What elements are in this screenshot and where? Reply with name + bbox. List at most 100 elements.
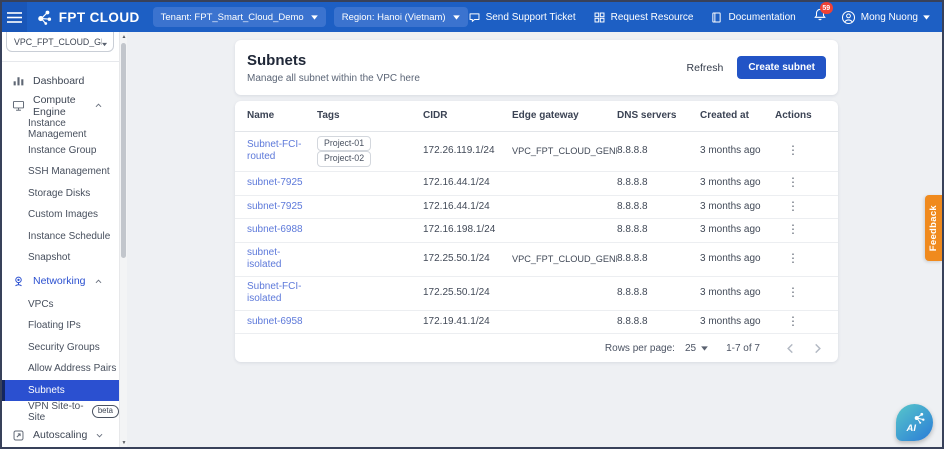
svg-text:AI: AI — [905, 423, 916, 434]
subnet-name-link[interactable]: Subnet-FCI-routed — [247, 139, 301, 163]
subnet-name-link[interactable]: subnet-7925 — [247, 177, 303, 188]
dns-cell: 8.8.8.8 — [617, 276, 700, 310]
sidebar-item-instance-schedule[interactable]: Instance Schedule — [2, 226, 119, 248]
sidebar-item-floating-ips[interactable]: Floating IPs — [2, 315, 119, 337]
row-actions-button[interactable]: ⋮ — [775, 252, 799, 264]
table-row: subnet-isolated 172.25.50.1/24VPC_FPT_CLO… — [235, 242, 838, 276]
row-actions-button[interactable]: ⋮ — [775, 223, 799, 235]
actions-cell: ⋮ — [775, 310, 838, 334]
ai-assistant-button[interactable]: AI — [896, 404, 933, 441]
sidebar-scrollbar[interactable]: ▲ ▼ — [119, 32, 127, 447]
main-content: Subnets Manage all subnet within the VPC… — [127, 32, 942, 447]
logo-text: FPT CLOUD — [59, 10, 140, 25]
sidebar-item-compute-engine[interactable]: Compute Engine — [2, 93, 119, 118]
tenant-selector[interactable]: Tenant: FPT_Smart_Cloud_Demo — [153, 7, 326, 27]
sidebar-item-vpcs[interactable]: VPCs — [2, 294, 119, 316]
created-at-cell: 3 months ago — [700, 310, 775, 334]
edge-gateway-cell: VPC_FPT_CLOUD_GENERAL — [512, 131, 617, 172]
actions-cell: ⋮ — [775, 195, 838, 219]
cidr-cell: 172.25.50.1/24 — [423, 276, 512, 310]
actions-cell: ⋮ — [775, 242, 838, 276]
next-page-button[interactable] — [804, 343, 832, 354]
scroll-down-arrow-icon[interactable]: ▼ — [120, 438, 127, 447]
sidebar-item-storage-disks[interactable]: Storage Disks — [2, 183, 119, 205]
create-subnet-button[interactable]: Create subnet — [737, 56, 826, 79]
row-actions-button[interactable]: ⋮ — [775, 286, 799, 298]
subnet-name-link[interactable]: Subnet-FCI-isolated — [247, 281, 301, 305]
actions-cell: ⋮ — [775, 219, 838, 243]
tags-cell — [317, 276, 423, 310]
column-header-tags: Tags — [317, 101, 423, 131]
previous-page-button[interactable] — [776, 343, 804, 354]
sidebar-item-snapshot[interactable]: Snapshot — [2, 247, 119, 269]
tag-chip: Project-02 — [317, 151, 371, 167]
sidebar-item-label: Custom Images — [28, 209, 98, 220]
refresh-button[interactable]: Refresh — [687, 62, 724, 74]
subnet-name-link[interactable]: subnet-7925 — [247, 201, 303, 212]
rows-per-page-select[interactable]: 25 — [685, 343, 708, 354]
dns-cell: 8.8.8.8 — [617, 195, 700, 219]
subnet-name-link[interactable]: subnet-6988 — [247, 224, 303, 235]
row-actions-button[interactable]: ⋮ — [775, 315, 799, 327]
sidebar-item-label: VPCs — [28, 299, 54, 310]
topbar-link-documentation[interactable]: Documentation — [710, 11, 795, 24]
subnets-table: NameTagsCIDREdge gatewayDNS serversCreat… — [235, 101, 838, 334]
created-at-cell: 3 months ago — [700, 219, 775, 243]
sidebar-item-allow-address-pairs[interactable]: Allow Address Pairs — [2, 358, 119, 380]
scroll-up-arrow-icon[interactable]: ▲ — [120, 32, 127, 41]
subnet-name-link[interactable]: subnet-6958 — [247, 316, 303, 327]
dns-cell: 8.8.8.8 — [617, 219, 700, 243]
sidebar-item-label: Floating IPs — [28, 320, 81, 331]
region-selector[interactable]: Region: Hanoi (Vietnam) — [334, 7, 468, 27]
caret-down-icon — [701, 346, 708, 351]
dns-cell: 8.8.8.8 — [617, 131, 700, 172]
created-at-cell: 3 months ago — [700, 172, 775, 196]
column-header-created-at: Created at — [700, 101, 775, 131]
row-actions-button[interactable]: ⋮ — [775, 176, 799, 188]
sidebar-item-instance-group[interactable]: Instance Group — [2, 140, 119, 162]
created-at-cell: 3 months ago — [700, 195, 775, 219]
subnet-name-link[interactable]: subnet-isolated — [247, 247, 281, 271]
row-actions-button[interactable]: ⋮ — [775, 144, 799, 156]
sidebar-item-label: Autoscaling — [33, 429, 87, 441]
feedback-tab[interactable]: Feedback — [925, 195, 942, 261]
vpc-selector-dropdown[interactable]: VPC_FPT_CLOUD_GENERAL — [6, 32, 114, 52]
row-actions-button[interactable]: ⋮ — [775, 200, 799, 212]
sidebar-item-ssh-management[interactable]: SSH Management — [2, 161, 119, 183]
beta-badge: beta — [92, 405, 119, 418]
hamburger-menu-button[interactable] — [2, 2, 27, 32]
user-menu[interactable]: Mong Nuong — [841, 10, 930, 25]
chevron-down-icon — [95, 431, 104, 440]
scrollbar-thumb[interactable] — [121, 43, 126, 258]
caret-down-icon — [311, 15, 318, 20]
sidebar-item-custom-images[interactable]: Custom Images — [2, 204, 119, 226]
user-avatar-icon — [841, 10, 856, 25]
sidebar-item-autoscaling[interactable]: Autoscaling — [2, 423, 119, 448]
notifications-button[interactable]: 59 — [813, 7, 827, 27]
sidebar-item-networking[interactable]: Networking — [2, 269, 119, 294]
cidr-cell: 172.25.50.1/24 — [423, 242, 512, 276]
sidebar-item-vpn-site-to-site[interactable]: VPN Site-to-Sitebeta — [2, 401, 119, 423]
dns-cell: 8.8.8.8 — [617, 172, 700, 196]
sidebar-item-instance-management[interactable]: Instance Management — [2, 118, 119, 140]
rows-per-page-label: Rows per page: — [605, 343, 675, 354]
sidebar-item-dashboard[interactable]: Dashboard — [2, 68, 119, 93]
sidebar-item-label: Instance Group — [28, 145, 96, 156]
sidebar-item-security-groups[interactable]: Security Groups — [2, 337, 119, 359]
sidebar-item-label: Security Groups — [28, 342, 100, 353]
page-title: Subnets — [247, 52, 420, 69]
ai-assistant-icon: AI — [903, 411, 927, 435]
page-header-card: Subnets Manage all subnet within the VPC… — [235, 40, 838, 95]
edge-gateway-cell: VPC_FPT_CLOUD_GENERAL — [512, 242, 617, 276]
sidebar-item-label: Allow Address Pairs — [28, 363, 116, 374]
user-name: Mong Nuong — [861, 12, 918, 23]
fpt-cloud-logo[interactable]: FPT CLOUD — [36, 9, 140, 26]
topbar-link-label: Send Support Ticket — [486, 12, 576, 23]
topbar-link-send-support-ticket[interactable]: Send Support Ticket — [468, 11, 576, 24]
column-header-actions: Actions — [775, 101, 838, 131]
actions-cell: ⋮ — [775, 276, 838, 310]
sidebar-item-subnets[interactable]: Subnets — [2, 380, 119, 402]
sidebar-item-label: Subnets — [28, 385, 65, 396]
pagination-bar: Rows per page: 25 1-7 of 7 — [235, 334, 838, 362]
topbar-link-request-resource[interactable]: Request Resource — [593, 11, 694, 24]
